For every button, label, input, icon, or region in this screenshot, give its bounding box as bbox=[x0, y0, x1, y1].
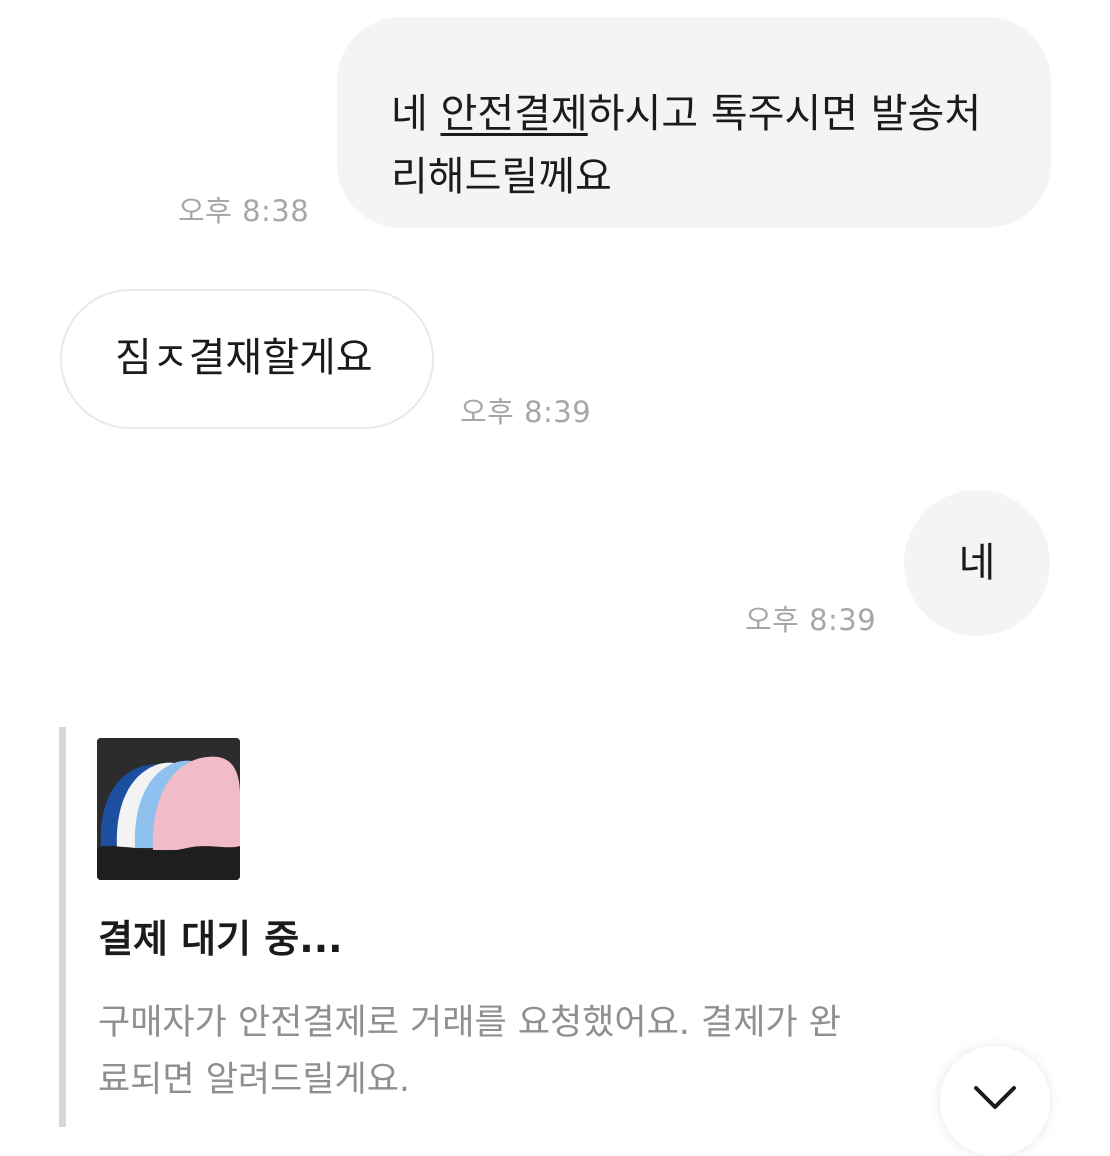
message-text-after-link: 하시고 톡주시면 발송처 bbox=[587, 91, 982, 137]
message-text-before-link: 네 bbox=[391, 91, 441, 137]
message-text-line-2: 리해드릴께요 bbox=[391, 154, 612, 200]
safe-payment-link[interactable]: 안전결제 bbox=[441, 91, 588, 137]
card-accent-bar bbox=[59, 727, 66, 1127]
outgoing-message-bubble: 네 bbox=[904, 490, 1050, 636]
incoming-message-bubble: 짐ㅈ결재할게요 bbox=[60, 289, 434, 429]
message-timestamp: 오후 8:38 bbox=[178, 194, 310, 228]
product-image bbox=[97, 738, 240, 880]
message-timestamp: 오후 8:39 bbox=[460, 395, 592, 429]
payment-status-title: 결제 대기 중... bbox=[98, 917, 343, 961]
message-text-line-1: 네 안전결제하시고 톡주시면 발송처 bbox=[391, 83, 1011, 146]
chevron-down-icon bbox=[974, 1086, 1016, 1109]
payment-status-description: 구매자가 안전결제로 거래를 요청했어요. 결제가 완료되면 알려드릴게요. bbox=[98, 1003, 841, 1100]
message-timestamp: 오후 8:39 bbox=[745, 603, 877, 637]
product-thumbnail[interactable] bbox=[97, 738, 240, 880]
message-text: 짐ㅈ결재할게요 bbox=[115, 335, 373, 381]
message-text: 네 bbox=[958, 540, 996, 586]
outgoing-message-bubble: 네 안전결제하시고 톡주시면 발송처 리해드릴께요 bbox=[337, 17, 1051, 228]
scroll-to-bottom-button[interactable] bbox=[940, 1046, 1050, 1156]
